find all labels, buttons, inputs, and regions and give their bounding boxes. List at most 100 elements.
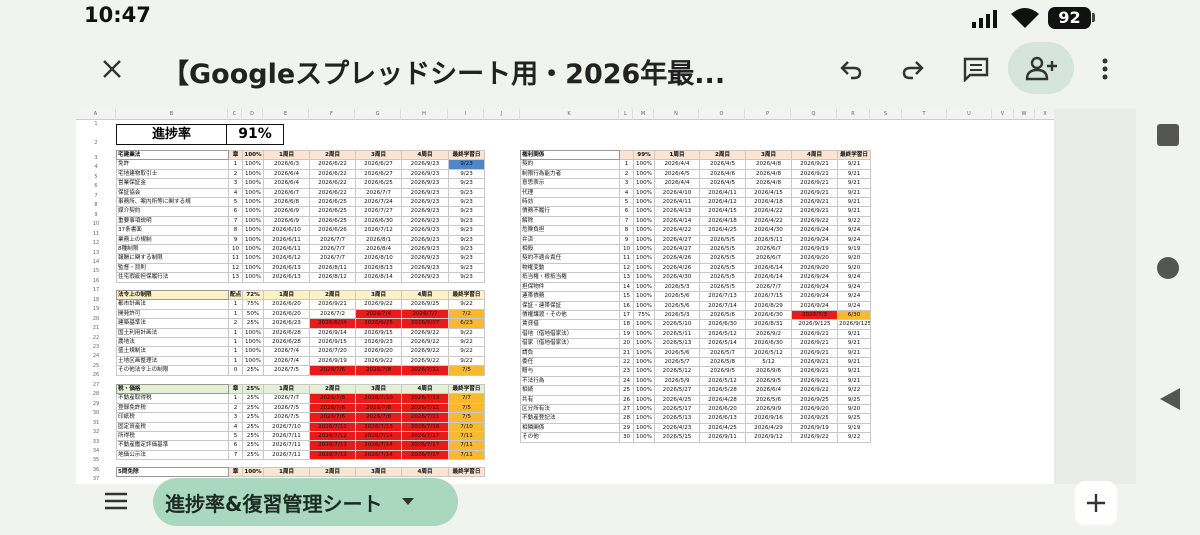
data-cell[interactable]: 2026/7/12 bbox=[355, 225, 402, 236]
data-cell[interactable]: 2026/6/28 bbox=[263, 337, 310, 348]
data-cell[interactable]: 2026/5/5 bbox=[699, 272, 746, 283]
data-cell[interactable]: 2026/5/6 bbox=[654, 347, 700, 358]
data-cell[interactable]: 2026/6/22 bbox=[309, 159, 356, 170]
topic-cell[interactable]: 土地区画整理法 bbox=[116, 355, 229, 367]
data-cell[interactable]: 12 bbox=[619, 262, 634, 274]
row-header-20[interactable]: 20 bbox=[76, 315, 116, 324]
data-cell[interactable]: 2026/4/11 bbox=[699, 187, 746, 199]
data-cell[interactable]: 2026/4/5 bbox=[699, 178, 746, 189]
data-cell[interactable]: 9/21 bbox=[837, 168, 871, 180]
header-cell[interactable]: 章 bbox=[228, 149, 243, 161]
data-cell[interactable]: 2026/4/5 bbox=[654, 168, 700, 180]
data-cell[interactable]: 2026/6/27 bbox=[355, 168, 402, 180]
data-cell[interactable]: 2026/7/12 bbox=[309, 449, 356, 461]
data-cell[interactable]: 2026/6/30 bbox=[699, 319, 746, 330]
data-cell[interactable]: 1 bbox=[228, 337, 243, 348]
data-cell[interactable]: 2026/7/11 bbox=[263, 431, 310, 442]
data-cell[interactable]: 100% bbox=[633, 300, 655, 311]
data-cell[interactable]: 2026/9/23 bbox=[401, 272, 449, 283]
data-cell[interactable]: 2026/4/22 bbox=[745, 206, 792, 217]
data-cell[interactable]: 2026/9/20 bbox=[791, 403, 838, 415]
data-cell[interactable]: 100% bbox=[633, 272, 655, 283]
data-cell[interactable]: 100% bbox=[633, 187, 655, 199]
row-header-5[interactable]: 5 bbox=[76, 173, 116, 182]
topic-cell[interactable]: 国土利用計画法 bbox=[116, 327, 229, 339]
data-cell[interactable]: 2026/4/18 bbox=[745, 197, 792, 208]
header-cell[interactable]: 2周目 bbox=[309, 149, 356, 161]
data-cell[interactable]: 2026/9/21 bbox=[791, 366, 838, 377]
column-header-X[interactable]: X bbox=[1035, 109, 1054, 120]
data-cell[interactable]: 2 bbox=[228, 318, 243, 329]
row-header-6[interactable]: 6 bbox=[76, 182, 116, 191]
data-cell[interactable]: 2026/9/21 bbox=[791, 187, 838, 199]
data-cell[interactable]: 9/21 bbox=[837, 206, 871, 217]
data-cell[interactable]: 100% bbox=[633, 356, 655, 368]
data-cell[interactable]: 2026/6/22 bbox=[309, 187, 356, 199]
data-cell[interactable]: 75% bbox=[242, 299, 264, 310]
data-cell[interactable]: 2026/8/29 bbox=[745, 300, 792, 311]
data-cell[interactable]: 2026/5/6 bbox=[699, 309, 746, 321]
data-cell[interactable]: 2026/7/11 bbox=[401, 365, 449, 376]
data-cell[interactable]: 2026/7/11 bbox=[309, 421, 356, 433]
data-cell[interactable]: 2026/5/10 bbox=[654, 319, 700, 330]
data-cell[interactable]: 2026/7/7 bbox=[263, 393, 310, 404]
data-cell[interactable]: 0 bbox=[228, 365, 243, 376]
undo-button[interactable] bbox=[832, 52, 870, 86]
data-cell[interactable]: 2026/9/19 bbox=[791, 244, 838, 255]
section-title[interactable]: 法令上の制限 bbox=[116, 289, 229, 301]
topic-cell[interactable]: 不動産鑑定評価基準 bbox=[116, 440, 229, 451]
data-cell[interactable]: 2026/5/6 bbox=[745, 394, 792, 405]
data-cell[interactable]: 2026/7/7 bbox=[309, 234, 356, 246]
data-cell[interactable]: 100% bbox=[242, 244, 264, 255]
row-header-18[interactable]: 18 bbox=[76, 296, 116, 305]
data-cell[interactable]: 2026/9/11 bbox=[699, 432, 746, 443]
column-header-S[interactable]: S bbox=[870, 109, 902, 120]
column-header-O[interactable]: O bbox=[699, 109, 745, 120]
data-cell[interactable]: 2026/9/24 bbox=[791, 300, 838, 311]
data-cell[interactable]: 2026/6/3 bbox=[263, 159, 310, 170]
header-cell[interactable]: 章 bbox=[228, 383, 243, 395]
header-cell[interactable]: 25% bbox=[242, 383, 264, 395]
data-cell[interactable]: 2026/7/14 bbox=[355, 431, 402, 442]
data-cell[interactable]: 26 bbox=[619, 394, 634, 405]
data-cell[interactable]: 7/11 bbox=[448, 431, 485, 442]
data-cell[interactable]: 2026/9/22 bbox=[401, 327, 449, 339]
data-cell[interactable]: 1 bbox=[228, 346, 243, 357]
data-cell[interactable]: 9/20 bbox=[837, 403, 871, 415]
header-cell[interactable]: 4周目 bbox=[791, 149, 838, 161]
data-cell[interactable]: 100% bbox=[242, 337, 264, 348]
data-cell[interactable]: 100% bbox=[633, 375, 655, 387]
data-cell[interactable]: 9/22 bbox=[448, 327, 485, 339]
data-cell[interactable]: 5 bbox=[619, 197, 634, 208]
data-cell[interactable]: 2026/5/13 bbox=[654, 338, 700, 349]
topic-cell[interactable]: 固定資産税 bbox=[116, 421, 229, 433]
data-cell[interactable]: 2026/6/7 bbox=[263, 187, 310, 199]
data-cell[interactable]: 9/21 bbox=[837, 366, 871, 377]
data-cell[interactable]: 9/20 bbox=[837, 253, 871, 264]
data-cell[interactable]: 7 bbox=[228, 215, 243, 227]
data-cell[interactable]: 2026/5/13 bbox=[654, 413, 700, 424]
data-cell[interactable]: 2026/9/15 bbox=[309, 337, 356, 348]
data-cell[interactable]: 2026/6/20 bbox=[699, 403, 746, 415]
data-cell[interactable]: 2026/7/15 bbox=[745, 291, 792, 302]
data-cell[interactable]: 2026/4/26 bbox=[654, 262, 700, 274]
data-cell[interactable]: 9/24 bbox=[837, 281, 871, 293]
data-cell[interactable]: 2026/7/5 bbox=[263, 412, 310, 423]
data-cell[interactable]: 2026/7/14 bbox=[355, 440, 402, 451]
data-cell[interactable]: 9/21 bbox=[837, 159, 871, 170]
row-header-13[interactable]: 13 bbox=[76, 249, 116, 258]
data-cell[interactable]: 2026/8/31 bbox=[745, 319, 792, 330]
data-cell[interactable]: 2026/9/23 bbox=[401, 244, 449, 255]
data-cell[interactable]: 2026/9/21 bbox=[791, 338, 838, 349]
column-header-G[interactable]: G bbox=[355, 109, 401, 120]
header-cell[interactable]: 72% bbox=[242, 289, 264, 301]
data-cell[interactable]: 9/21 bbox=[837, 187, 871, 199]
data-cell[interactable]: 9/22 bbox=[448, 299, 485, 310]
data-cell[interactable]: 2026/7/20 bbox=[309, 346, 356, 357]
data-cell[interactable]: 2026/5/5 bbox=[699, 253, 746, 264]
column-header-Q[interactable]: Q bbox=[791, 109, 837, 120]
data-cell[interactable]: 2026/7/13 bbox=[401, 393, 449, 404]
data-cell[interactable]: 2026/6/28 bbox=[263, 327, 310, 339]
data-cell[interactable]: 1 bbox=[228, 327, 243, 339]
data-cell[interactable]: 2026/4/14 bbox=[654, 215, 700, 227]
